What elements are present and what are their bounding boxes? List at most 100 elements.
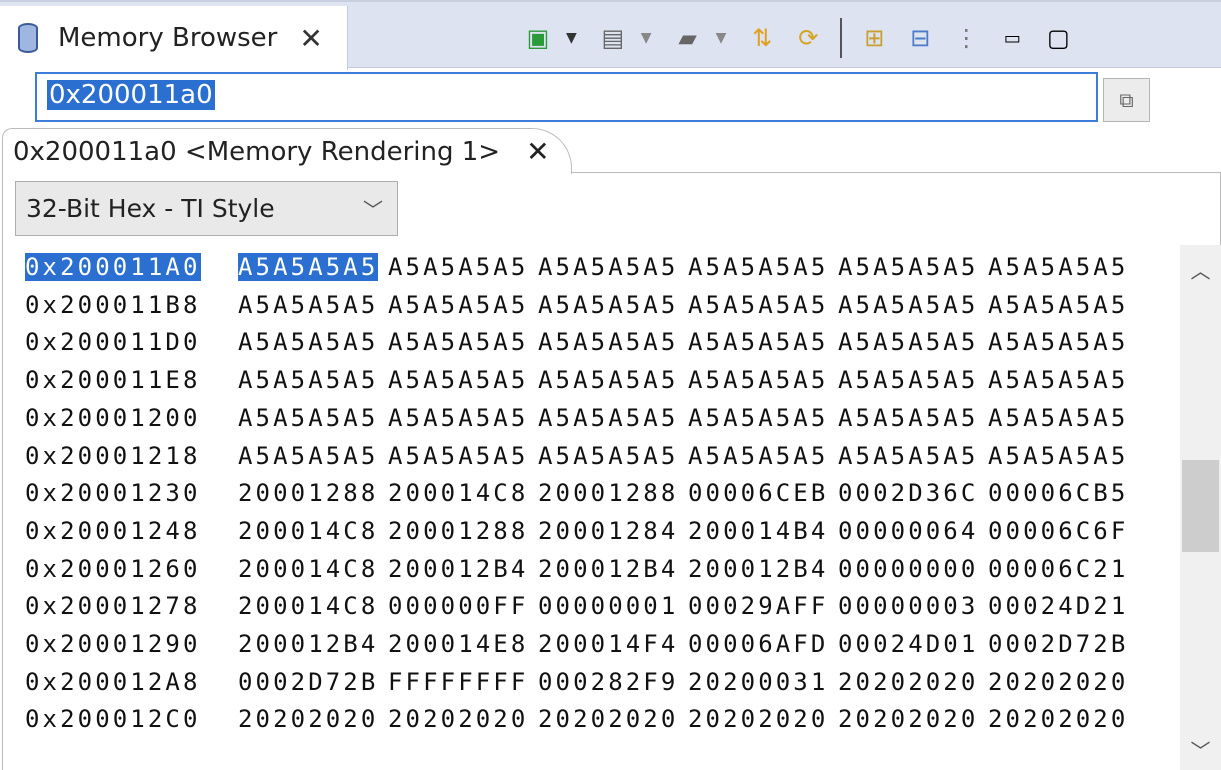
memory-cell[interactable]: A5A5A5A5 bbox=[688, 442, 828, 470]
memory-cell[interactable]: A5A5A5A5 bbox=[538, 404, 678, 432]
memory-cell[interactable]: 20202020 bbox=[238, 705, 378, 733]
memory-cell[interactable]: 00000000 bbox=[838, 555, 978, 583]
memory-cell[interactable]: A5A5A5A5 bbox=[988, 328, 1128, 356]
memory-cell[interactable]: A5A5A5A5 bbox=[988, 366, 1128, 394]
memory-cell[interactable]: 0002D72B bbox=[988, 630, 1128, 658]
import-export-icon[interactable]: ⇅ bbox=[744, 20, 780, 56]
row-address[interactable]: 0x20001248 bbox=[25, 517, 201, 545]
memory-cell[interactable]: 200014C8 bbox=[238, 555, 378, 583]
memory-cell[interactable]: 00024D01 bbox=[838, 630, 978, 658]
memory-cell[interactable]: 00000001 bbox=[538, 592, 678, 620]
close-icon[interactable]: ✕ bbox=[526, 135, 549, 168]
row-address[interactable]: 0x20001278 bbox=[25, 592, 201, 620]
memory-cell[interactable]: 200014C8 bbox=[238, 592, 378, 620]
memory-cell[interactable]: 00006C6F bbox=[988, 517, 1128, 545]
memory-cell[interactable]: 00006CEB bbox=[688, 479, 828, 507]
memory-cell[interactable]: A5A5A5A5 bbox=[838, 291, 978, 319]
memory-cell[interactable]: A5A5A5A5 bbox=[238, 366, 378, 394]
go-button[interactable]: ⧉ bbox=[1103, 78, 1150, 122]
memory-cell[interactable]: A5A5A5A5 bbox=[838, 328, 978, 356]
memory-cell[interactable]: 20202020 bbox=[538, 705, 678, 733]
chevron-down-icon[interactable]: ▼ bbox=[566, 30, 577, 46]
memory-cell[interactable]: A5A5A5A5 bbox=[538, 291, 678, 319]
memory-cell[interactable]: 20202020 bbox=[988, 668, 1128, 696]
row-address[interactable]: 0x200011E8 bbox=[25, 366, 201, 394]
memory-cell[interactable]: A5A5A5A5 bbox=[688, 404, 828, 432]
memory-cell[interactable]: 200012B4 bbox=[388, 555, 528, 583]
row-address[interactable]: 0x200012C0 bbox=[25, 705, 201, 733]
memory-cell[interactable]: 00006AFD bbox=[688, 630, 828, 658]
memory-cell[interactable]: 200014E8 bbox=[388, 630, 528, 658]
memory-cell[interactable]: A5A5A5A5 bbox=[238, 253, 379, 281]
memory-cell[interactable]: 20200031 bbox=[688, 668, 828, 696]
memory-cell[interactable]: 00024D21 bbox=[988, 592, 1128, 620]
memory-cell[interactable]: 20001288 bbox=[238, 479, 378, 507]
memory-cell[interactable]: 20001288 bbox=[538, 479, 678, 507]
memory-cell[interactable]: 00029AFF bbox=[688, 592, 828, 620]
memory-cell[interactable]: A5A5A5A5 bbox=[538, 253, 678, 281]
memory-cell[interactable]: 200012B4 bbox=[688, 555, 828, 583]
memory-cell[interactable]: 200014C8 bbox=[238, 517, 378, 545]
memory-cell[interactable]: A5A5A5A5 bbox=[238, 442, 378, 470]
memory-cell[interactable]: A5A5A5A5 bbox=[838, 442, 978, 470]
row-address[interactable]: 0x20001230 bbox=[25, 479, 201, 507]
memory-cell[interactable]: A5A5A5A5 bbox=[538, 328, 678, 356]
memory-rendering-tab[interactable]: 0x200011a0 <Memory Rendering 1> ✕ bbox=[2, 128, 572, 174]
address-input[interactable]: 0x200011a0 bbox=[35, 72, 1098, 122]
scroll-down-icon[interactable]: ﹀ bbox=[1180, 735, 1221, 764]
new-tab-icon[interactable]: ⊞ bbox=[856, 20, 892, 56]
refresh-icon[interactable]: ⟳ bbox=[790, 20, 826, 56]
row-address[interactable]: 0x200011D0 bbox=[25, 328, 201, 356]
pin-icon[interactable]: ⊟ bbox=[902, 20, 938, 56]
memory-cell[interactable]: A5A5A5A5 bbox=[238, 404, 378, 432]
memory-cell[interactable]: A5A5A5A5 bbox=[538, 442, 678, 470]
minimize-icon[interactable]: ▭ bbox=[994, 20, 1030, 56]
memory-cell[interactable]: 20001284 bbox=[538, 517, 678, 545]
view-menu-icon[interactable]: ⋮ bbox=[948, 20, 984, 56]
memory-cell[interactable]: 00006CB5 bbox=[988, 479, 1128, 507]
memory-cell[interactable]: A5A5A5A5 bbox=[238, 328, 378, 356]
memory-cell[interactable]: 20202020 bbox=[838, 705, 978, 733]
memory-cell[interactable]: A5A5A5A5 bbox=[388, 328, 528, 356]
row-address[interactable]: 0x20001200 bbox=[25, 404, 201, 432]
scrollbar-thumb[interactable] bbox=[1182, 460, 1219, 552]
row-address[interactable]: 0x20001260 bbox=[25, 555, 201, 583]
memory-cell[interactable]: A5A5A5A5 bbox=[838, 366, 978, 394]
memory-cell[interactable]: A5A5A5A5 bbox=[238, 291, 378, 319]
memory-cell[interactable]: A5A5A5A5 bbox=[988, 291, 1128, 319]
memory-cell[interactable]: 00000064 bbox=[838, 517, 978, 545]
memory-cell[interactable]: 0002D72B bbox=[238, 668, 378, 696]
chevron-down-icon[interactable]: ▼ bbox=[716, 30, 727, 46]
memory-cell[interactable]: 000282F9 bbox=[538, 668, 678, 696]
memory-browser-tab[interactable]: Memory Browser ✕ bbox=[0, 6, 348, 70]
memory-cell[interactable]: A5A5A5A5 bbox=[688, 253, 828, 281]
memory-cell[interactable]: A5A5A5A5 bbox=[988, 442, 1128, 470]
memory-cell[interactable]: A5A5A5A5 bbox=[688, 328, 828, 356]
row-address[interactable]: 0x200012A8 bbox=[25, 668, 201, 696]
format-select[interactable]: 32-Bit Hex - TI Style ﹀ bbox=[15, 181, 398, 236]
memory-cell[interactable]: 00006C21 bbox=[988, 555, 1128, 583]
memory-cell[interactable]: 20202020 bbox=[988, 705, 1128, 733]
memory-cell[interactable]: A5A5A5A5 bbox=[388, 366, 528, 394]
memory-cell[interactable]: 20202020 bbox=[688, 705, 828, 733]
maximize-icon[interactable]: ▢ bbox=[1040, 20, 1076, 56]
memory-cell[interactable]: 200012B4 bbox=[538, 555, 678, 583]
memory-cell[interactable]: A5A5A5A5 bbox=[688, 291, 828, 319]
memory-cell[interactable]: A5A5A5A5 bbox=[388, 253, 528, 281]
memory-cell[interactable]: 20202020 bbox=[838, 668, 978, 696]
vertical-scrollbar[interactable]: ︿ ﹀ bbox=[1180, 245, 1221, 770]
memory-cell[interactable]: A5A5A5A5 bbox=[688, 366, 828, 394]
memory-cell[interactable]: 200014B4 bbox=[688, 517, 828, 545]
new-connection-icon[interactable]: ▣ bbox=[520, 20, 556, 56]
memory-cell[interactable]: A5A5A5A5 bbox=[988, 253, 1128, 281]
memory-cell[interactable]: A5A5A5A5 bbox=[538, 366, 678, 394]
memory-cell[interactable]: A5A5A5A5 bbox=[988, 404, 1128, 432]
memory-cell[interactable]: 0002D36C bbox=[838, 479, 978, 507]
memory-cell[interactable]: A5A5A5A5 bbox=[838, 404, 978, 432]
row-address[interactable]: 0x200011A0 bbox=[25, 253, 201, 281]
scroll-up-icon[interactable]: ︿ bbox=[1180, 255, 1221, 284]
row-address[interactable]: 0x20001290 bbox=[25, 630, 201, 658]
chevron-down-icon[interactable]: ▼ bbox=[641, 30, 652, 46]
memory-cell[interactable]: A5A5A5A5 bbox=[388, 442, 528, 470]
memory-cell[interactable]: 000000FF bbox=[388, 592, 528, 620]
